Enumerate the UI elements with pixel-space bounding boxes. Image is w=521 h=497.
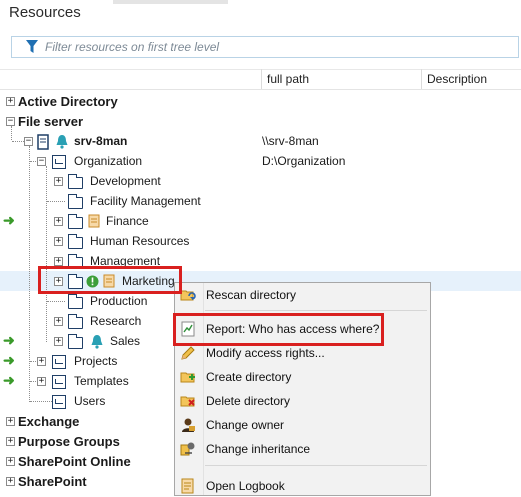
- green-arrow-icon: ➜: [3, 332, 15, 348]
- tree-item-label: Purpose Groups: [18, 434, 120, 449]
- column-header-description[interactable]: Description: [427, 72, 487, 86]
- logbook-icon: [180, 478, 196, 494]
- tree-item-label: Active Directory: [18, 94, 118, 109]
- expand-icon[interactable]: +: [54, 317, 63, 326]
- expand-icon[interactable]: +: [6, 457, 15, 466]
- menu-item-label: Delete directory: [206, 394, 291, 408]
- share-icon: [52, 395, 66, 409]
- column-separator[interactable]: [421, 69, 422, 89]
- tree-item-organization[interactable]: − Organization D:\Organization: [0, 152, 521, 172]
- tree-item-label: Users: [74, 394, 106, 408]
- share-icon: [52, 155, 66, 169]
- tree-item-label: Facility Management: [90, 194, 201, 208]
- collapse-icon[interactable]: −: [37, 157, 46, 166]
- annotation-highlight-marketing: [38, 266, 182, 294]
- bell-icon: [90, 334, 104, 352]
- share-icon: [52, 375, 66, 389]
- tree-item-folder[interactable]: ➜ + Finance: [0, 212, 521, 232]
- rescan-icon: [180, 287, 196, 303]
- tree-item-label: Finance: [106, 214, 149, 228]
- filter-icon: [26, 40, 38, 57]
- tree-item-file-server[interactable]: − File server: [0, 112, 521, 132]
- tree-item-label: Sales: [110, 334, 141, 348]
- owner-icon: [180, 417, 196, 433]
- menu-item-label: Modify access rights...: [206, 346, 325, 360]
- menu-item-delete-directory[interactable]: Delete directory: [175, 390, 430, 412]
- expand-icon[interactable]: +: [54, 237, 63, 246]
- document-icon: [88, 214, 100, 231]
- tree-item-label: Development: [90, 174, 161, 188]
- folder-icon: [67, 314, 83, 329]
- menu-separator: [205, 465, 427, 466]
- full-path-cell: \\srv-8man: [262, 134, 319, 148]
- menu-item-label: Open Logbook: [206, 479, 285, 493]
- tree-item-label: SharePoint Online: [18, 454, 131, 469]
- menu-separator: [205, 310, 427, 311]
- menu-item-change-inheritance[interactable]: Change inheritance: [175, 438, 430, 460]
- annotation-highlight-report: [173, 313, 384, 346]
- menu-item-change-owner[interactable]: Change owner: [175, 414, 430, 436]
- tree-item-label: Production: [90, 294, 148, 308]
- collapse-icon[interactable]: −: [24, 137, 33, 146]
- menu-item-rescan-directory[interactable]: Rescan directory: [175, 284, 430, 306]
- header-tab-strip: [113, 0, 228, 4]
- green-arrow-icon: ➜: [3, 212, 15, 228]
- share-icon: [52, 355, 66, 369]
- folder-icon: [67, 294, 83, 309]
- menu-item-open-logbook[interactable]: Open Logbook: [175, 475, 430, 497]
- delete-folder-icon: [180, 393, 196, 409]
- expand-icon[interactable]: +: [6, 417, 15, 426]
- folder-icon: [67, 194, 83, 209]
- tree-item-label: File server: [18, 114, 84, 129]
- column-separator[interactable]: [261, 69, 262, 89]
- column-header-full-path[interactable]: full path: [267, 72, 309, 86]
- tree-item-folder[interactable]: + Human Resources: [0, 232, 521, 252]
- tree-item-folder[interactable]: Facility Management: [0, 192, 521, 212]
- tree-item-label: Exchange: [18, 414, 80, 429]
- green-arrow-icon: ➜: [3, 372, 15, 388]
- expand-icon[interactable]: +: [6, 477, 15, 486]
- filter-placeholder: Filter resources on first tree level: [45, 40, 220, 54]
- menu-item-label: Rescan directory: [206, 288, 297, 302]
- expand-icon[interactable]: +: [37, 377, 46, 386]
- menu-item-create-directory[interactable]: Create directory: [175, 366, 430, 388]
- panel-title: Resources: [9, 4, 81, 21]
- pencil-icon: [180, 345, 196, 361]
- tree-item-label: Research: [90, 314, 142, 328]
- folder-icon: [67, 334, 83, 349]
- tree-item-label: Projects: [74, 354, 118, 368]
- header-divider: [0, 89, 521, 90]
- green-arrow-icon: ➜: [3, 352, 15, 368]
- expand-icon[interactable]: +: [54, 257, 63, 266]
- tree-item-folder[interactable]: + Development: [0, 172, 521, 192]
- expand-icon[interactable]: +: [6, 97, 15, 106]
- tree-item-server[interactable]: − srv-8man \\srv-8man: [0, 132, 521, 152]
- folder-icon: [67, 234, 83, 249]
- menu-item-label: Change inheritance: [206, 442, 311, 456]
- full-path-cell: D:\Organization: [262, 154, 346, 168]
- collapse-icon[interactable]: −: [6, 117, 15, 126]
- inheritance-icon: [180, 441, 196, 457]
- tree-item-active-directory[interactable]: + Active Directory: [0, 92, 521, 112]
- expand-icon[interactable]: +: [6, 437, 15, 446]
- bell-icon: [55, 134, 69, 152]
- folder-icon: [67, 214, 83, 229]
- create-folder-icon: [180, 369, 196, 385]
- folder-icon: [67, 174, 83, 189]
- expand-icon[interactable]: +: [54, 177, 63, 186]
- menu-item-label: Change owner: [206, 418, 285, 432]
- tree-item-label: Organization: [74, 154, 143, 168]
- expand-icon[interactable]: +: [54, 217, 63, 226]
- tree-item-label: Human Resources: [90, 234, 190, 248]
- tree-item-label: SharePoint: [18, 474, 87, 489]
- tree-item-label: srv-8man: [74, 134, 128, 148]
- expand-icon[interactable]: +: [37, 357, 46, 366]
- filter-input[interactable]: Filter resources on first tree level: [11, 36, 519, 58]
- menu-item-label: Create directory: [206, 370, 292, 384]
- server-icon: [37, 134, 49, 153]
- expand-icon[interactable]: +: [54, 337, 63, 346]
- tree-item-label: Templates: [74, 374, 129, 388]
